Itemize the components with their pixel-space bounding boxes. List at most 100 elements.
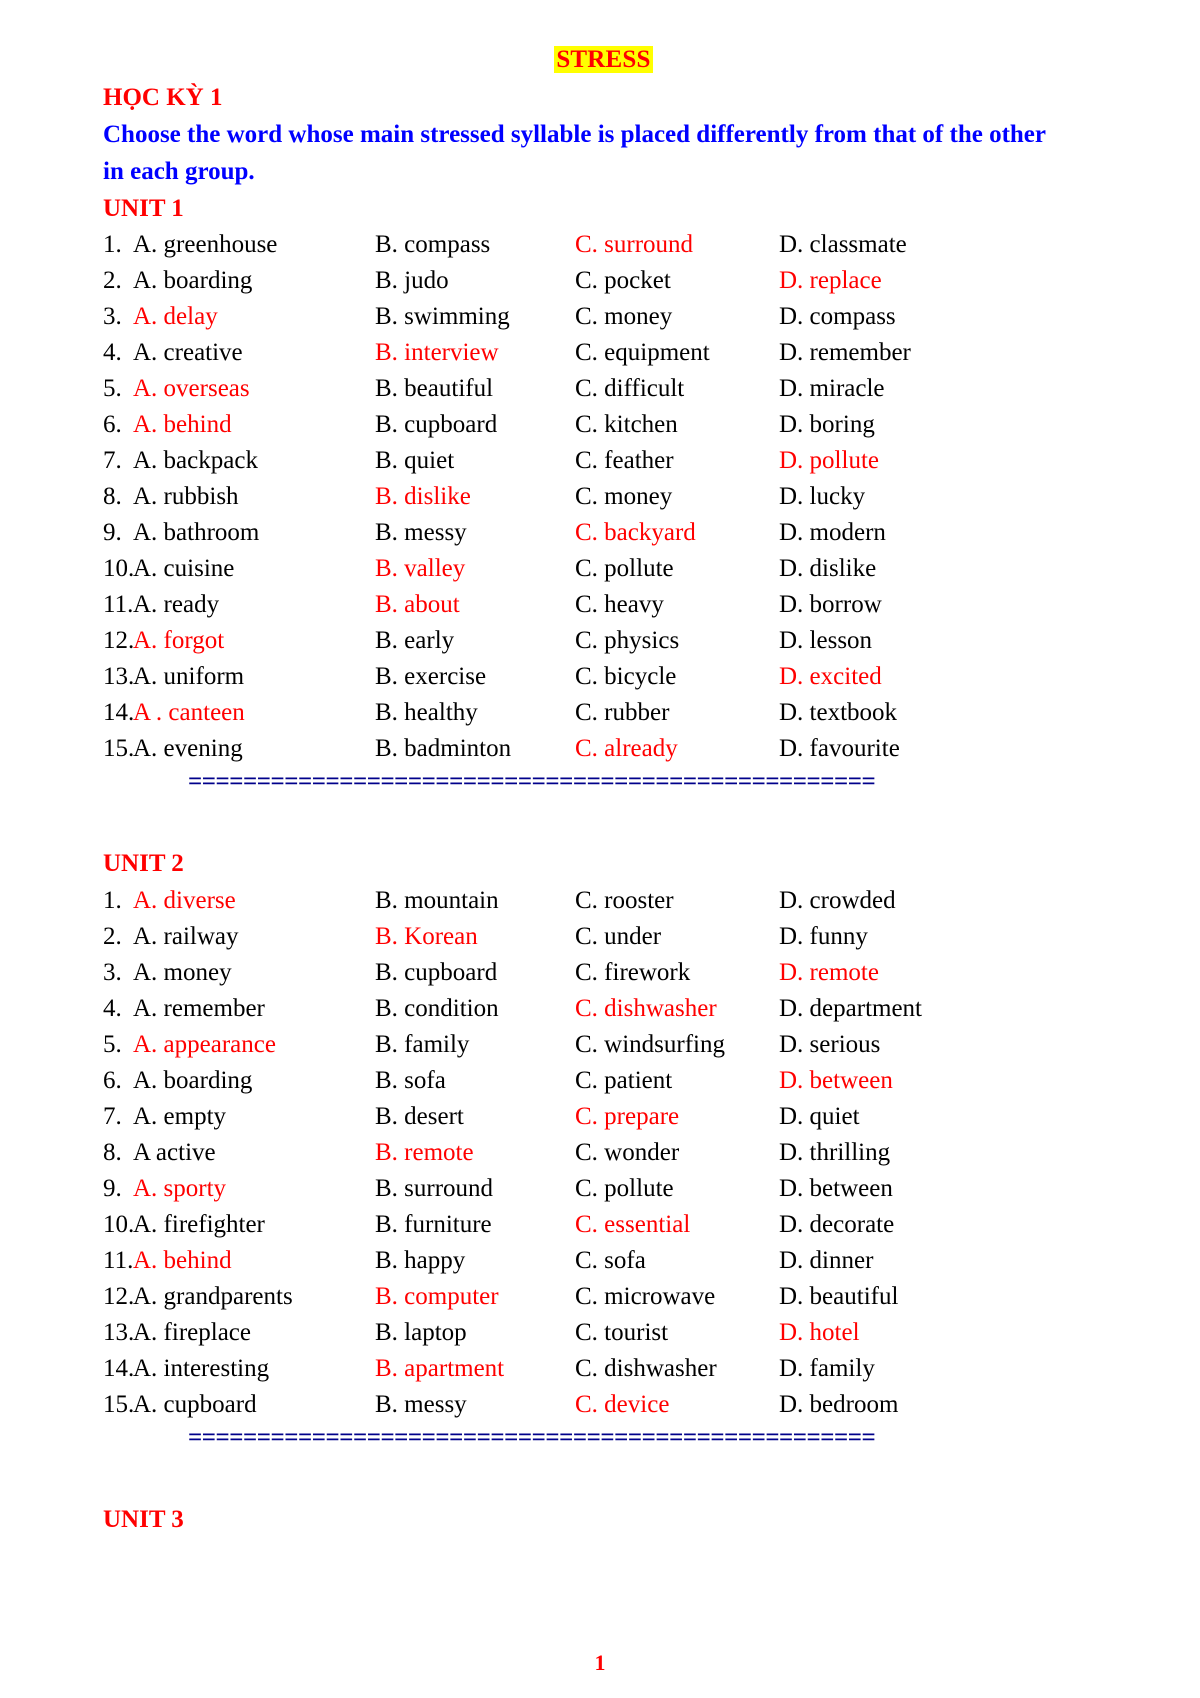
option-c[interactable]: C. windsurfing bbox=[575, 1027, 725, 1063]
option-c[interactable]: C. dishwasher bbox=[575, 991, 717, 1027]
option-c[interactable]: C. heavy bbox=[575, 587, 664, 623]
option-d[interactable]: D. quiet bbox=[779, 1099, 860, 1135]
option-b[interactable]: B. quiet bbox=[375, 443, 454, 479]
option-d[interactable]: D. textbook bbox=[779, 695, 897, 731]
option-a[interactable]: A. cupboard bbox=[133, 1387, 257, 1423]
option-d[interactable]: D. lucky bbox=[779, 479, 865, 515]
option-a[interactable]: A. delay bbox=[133, 299, 218, 335]
option-d[interactable]: D. beautiful bbox=[779, 1279, 898, 1315]
option-d[interactable]: D. pollute bbox=[779, 443, 879, 479]
option-d[interactable]: D. hotel bbox=[779, 1315, 860, 1351]
option-b[interactable]: B. about bbox=[375, 587, 460, 623]
option-b[interactable]: B. cupboard bbox=[375, 955, 497, 991]
option-b[interactable]: B. laptop bbox=[375, 1315, 467, 1351]
option-b[interactable]: B. condition bbox=[375, 991, 499, 1027]
option-c[interactable]: C. sofa bbox=[575, 1243, 646, 1279]
option-d[interactable]: D. remember bbox=[779, 335, 911, 371]
option-c[interactable]: C. backyard bbox=[575, 515, 696, 551]
option-c[interactable]: C. under bbox=[575, 919, 661, 955]
option-b[interactable]: B. mountain bbox=[375, 883, 499, 919]
option-c[interactable]: C. feather bbox=[575, 443, 674, 479]
option-d[interactable]: D. decorate bbox=[779, 1207, 894, 1243]
option-a[interactable]: A. ready bbox=[133, 587, 219, 623]
option-c[interactable]: C. device bbox=[575, 1387, 669, 1423]
option-c[interactable]: C. firework bbox=[575, 955, 690, 991]
option-b[interactable]: B. messy bbox=[375, 515, 467, 551]
option-b[interactable]: B. happy bbox=[375, 1243, 465, 1279]
option-c[interactable]: C. money bbox=[575, 479, 672, 515]
option-d[interactable]: D. funny bbox=[779, 919, 868, 955]
option-b[interactable]: B. judo bbox=[375, 263, 449, 299]
option-c[interactable]: C. patient bbox=[575, 1063, 672, 1099]
option-d[interactable]: D. crowded bbox=[779, 883, 896, 919]
option-d[interactable]: D. between bbox=[779, 1063, 893, 1099]
option-d[interactable]: D. thrilling bbox=[779, 1135, 890, 1171]
option-d[interactable]: D. borrow bbox=[779, 587, 882, 623]
option-a[interactable]: A. sporty bbox=[133, 1171, 226, 1207]
option-b[interactable]: B. early bbox=[375, 623, 454, 659]
option-b[interactable]: B. furniture bbox=[375, 1207, 492, 1243]
option-a[interactable]: A. backpack bbox=[133, 443, 258, 479]
option-b[interactable]: B. badminton bbox=[375, 731, 511, 767]
option-b[interactable]: B. remote bbox=[375, 1135, 474, 1171]
option-c[interactable]: C. prepare bbox=[575, 1099, 679, 1135]
option-a[interactable]: A active bbox=[133, 1135, 216, 1171]
option-d[interactable]: D. dinner bbox=[779, 1243, 873, 1279]
option-c[interactable]: C. already bbox=[575, 731, 678, 767]
option-a[interactable]: A. money bbox=[133, 955, 232, 991]
option-b[interactable]: B. apartment bbox=[375, 1351, 504, 1387]
option-c[interactable]: C. pocket bbox=[575, 263, 671, 299]
option-d[interactable]: D. bedroom bbox=[779, 1387, 898, 1423]
option-b[interactable]: B. family bbox=[375, 1027, 469, 1063]
option-b[interactable]: B. compass bbox=[375, 227, 490, 263]
option-a[interactable]: A. greenhouse bbox=[133, 227, 277, 263]
option-a[interactable]: A. cuisine bbox=[133, 551, 234, 587]
option-c[interactable]: C. equipment bbox=[575, 335, 710, 371]
option-a[interactable]: A. bathroom bbox=[133, 515, 259, 551]
option-c[interactable]: C. physics bbox=[575, 623, 679, 659]
option-a[interactable]: A. overseas bbox=[133, 371, 250, 407]
option-a[interactable]: A. uniform bbox=[133, 659, 244, 695]
option-d[interactable]: D. remote bbox=[779, 955, 879, 991]
option-a[interactable]: A. behind bbox=[133, 407, 232, 443]
option-a[interactable]: A. creative bbox=[133, 335, 243, 371]
option-d[interactable]: D. excited bbox=[779, 659, 882, 695]
option-d[interactable]: D. compass bbox=[779, 299, 896, 335]
option-d[interactable]: D. favourite bbox=[779, 731, 900, 767]
option-a[interactable]: A. appearance bbox=[133, 1027, 276, 1063]
option-c[interactable]: C. microwave bbox=[575, 1279, 715, 1315]
option-a[interactable]: A. boarding bbox=[133, 1063, 252, 1099]
option-b[interactable]: B. Korean bbox=[375, 919, 478, 955]
option-a[interactable]: A. forgot bbox=[133, 623, 224, 659]
option-b[interactable]: B. valley bbox=[375, 551, 465, 587]
option-c[interactable]: C. bicycle bbox=[575, 659, 676, 695]
option-c[interactable]: C. dishwasher bbox=[575, 1351, 717, 1387]
option-a[interactable]: A. rubbish bbox=[133, 479, 239, 515]
option-d[interactable]: D. modern bbox=[779, 515, 886, 551]
option-b[interactable]: B. exercise bbox=[375, 659, 486, 695]
option-b[interactable]: B. computer bbox=[375, 1279, 499, 1315]
option-c[interactable]: C. money bbox=[575, 299, 672, 335]
option-b[interactable]: B. messy bbox=[375, 1387, 467, 1423]
option-d[interactable]: D. boring bbox=[779, 407, 875, 443]
option-d[interactable]: D. between bbox=[779, 1171, 893, 1207]
option-a[interactable]: A. interesting bbox=[133, 1351, 269, 1387]
option-c[interactable]: C. essential bbox=[575, 1207, 690, 1243]
option-d[interactable]: D. lesson bbox=[779, 623, 872, 659]
option-c[interactable]: C. tourist bbox=[575, 1315, 668, 1351]
option-b[interactable]: B. beautiful bbox=[375, 371, 493, 407]
option-a[interactable]: A. remember bbox=[133, 991, 265, 1027]
option-d[interactable]: D. classmate bbox=[779, 227, 907, 263]
option-a[interactable]: A. diverse bbox=[133, 883, 236, 919]
option-d[interactable]: D. replace bbox=[779, 263, 882, 299]
option-a[interactable]: A. firefighter bbox=[133, 1207, 265, 1243]
option-c[interactable]: C. wonder bbox=[575, 1135, 679, 1171]
option-c[interactable]: C. surround bbox=[575, 227, 693, 263]
option-c[interactable]: C. kitchen bbox=[575, 407, 678, 443]
option-d[interactable]: D. family bbox=[779, 1351, 875, 1387]
option-c[interactable]: C. pollute bbox=[575, 1171, 674, 1207]
option-c[interactable]: C. rubber bbox=[575, 695, 669, 731]
option-a[interactable]: A. fireplace bbox=[133, 1315, 251, 1351]
option-b[interactable]: B. healthy bbox=[375, 695, 478, 731]
option-b[interactable]: B. desert bbox=[375, 1099, 464, 1135]
